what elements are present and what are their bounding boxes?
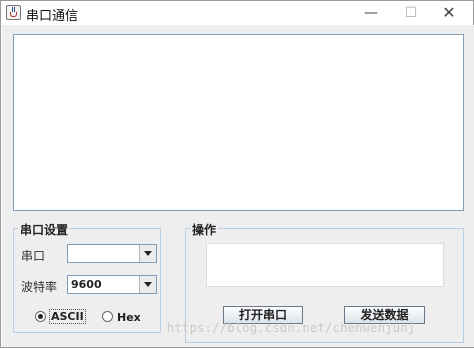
watermark-text: https://blog.csdn.net/chenwenjunj <box>167 321 416 335</box>
ascii-radio-label[interactable]: ASCII <box>49 309 86 324</box>
port-combobox[interactable] <box>67 244 157 263</box>
ascii-label-text: ASCII <box>49 309 86 324</box>
window-title: 串口通信 <box>26 9 79 24</box>
hex-radio[interactable] <box>102 311 113 322</box>
title-bar[interactable]: 串口通信 — ☐ ✕ <box>1 1 473 25</box>
minimize-button[interactable]: — <box>353 1 389 25</box>
maximize-button[interactable]: ☐ <box>393 1 429 25</box>
port-label: 串口 <box>21 249 46 263</box>
baud-rate-value: 9600 <box>71 278 102 291</box>
hex-radio-label[interactable]: Hex <box>117 311 141 324</box>
serial-settings-title: 串口设置 <box>18 221 71 238</box>
chevron-down-icon[interactable] <box>139 245 156 262</box>
app-window: 串口通信 — ☐ ✕ 串口设置 串口 波特率 9600 ASCII Hex 操作 <box>0 0 474 348</box>
client-area: 串口设置 串口 波特率 9600 ASCII Hex 操作 打开串口 发送数据 <box>2 25 474 347</box>
baud-rate-combobox[interactable]: 9600 <box>67 275 157 294</box>
receive-text-area[interactable] <box>13 34 464 211</box>
ascii-radio[interactable] <box>35 311 46 322</box>
baud-rate-label: 波特率 <box>21 280 58 294</box>
chevron-down-icon[interactable] <box>139 276 156 293</box>
operations-title: 操作 <box>190 221 219 238</box>
serial-settings-group: 串口设置 串口 波特率 9600 ASCII Hex <box>13 221 161 333</box>
java-cup-icon <box>6 5 21 20</box>
send-text-field[interactable] <box>206 243 444 287</box>
close-button[interactable]: ✕ <box>431 1 467 25</box>
